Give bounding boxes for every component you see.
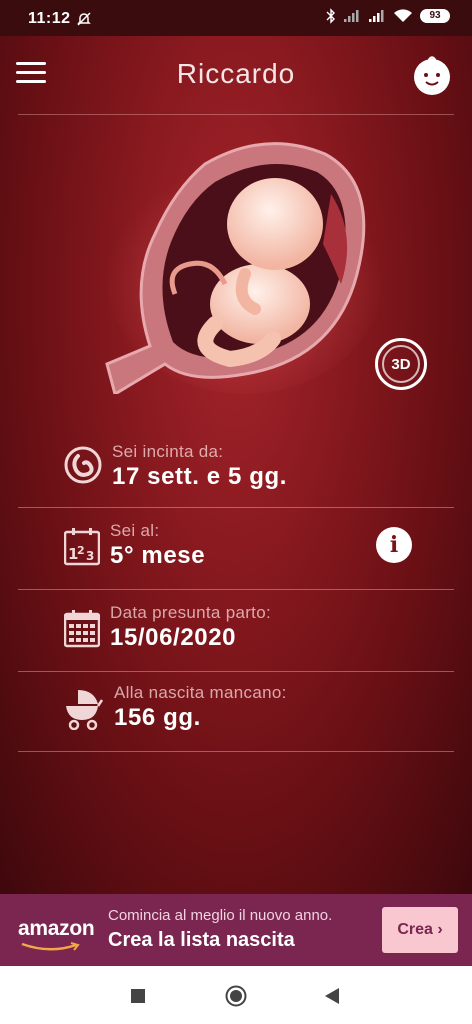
app-screen: Riccardo 3D Sei incinta da: 17 sett. e 5… — [0, 36, 472, 894]
mute-icon — [76, 11, 92, 32]
row-divider — [18, 751, 454, 752]
amazon-smile-icon — [20, 939, 82, 957]
svg-text:3: 3 — [86, 549, 94, 563]
status-bar: 11:12 93 — [0, 0, 472, 36]
view-3d-button[interactable]: 3D — [375, 338, 427, 390]
info-row-month: 1 2 3 Sei al: 5° mese i — [18, 508, 454, 590]
wifi-icon — [394, 9, 412, 22]
bluetooth-icon — [326, 8, 335, 24]
info-label: Alla nascita mancano: — [114, 683, 287, 702]
info-row-countdown: Alla nascita mancano: 156 gg. — [18, 670, 454, 752]
info-label: Sei al: — [110, 521, 160, 540]
svg-text:2: 2 — [77, 544, 85, 557]
pregnancy-icon — [64, 446, 102, 489]
ad-cta-button[interactable]: Crea › — [382, 907, 458, 953]
signal-icon-2 — [369, 10, 384, 22]
recents-icon[interactable] — [131, 989, 145, 1008]
system-nav-bar — [0, 966, 472, 1024]
home-icon[interactable] — [225, 985, 247, 1012]
info-value: 5° mese — [110, 542, 206, 569]
info-label: Sei incinta da: — [112, 442, 224, 461]
header-divider — [18, 114, 454, 115]
ad-text-line2: Crea la lista nascita — [108, 929, 295, 951]
info-value: 156 gg. — [114, 704, 201, 731]
info-value: 17 sett. e 5 gg. — [112, 463, 287, 490]
signal-icon-1 — [344, 10, 359, 22]
ad-banner[interactable]: amazon Comincia al meglio il nuovo anno.… — [0, 894, 472, 966]
numbers-123-icon: 1 2 3 — [63, 528, 101, 571]
calendar-icon — [63, 610, 101, 653]
baby-face-icon[interactable] — [410, 53, 454, 97]
ad-text-line1: Comincia al meglio il nuovo anno. — [108, 907, 333, 924]
stroller-icon — [64, 688, 104, 735]
info-label: Data presunta parto: — [110, 603, 271, 622]
back-icon[interactable] — [324, 987, 340, 1010]
info-value: 15/06/2020 — [110, 624, 237, 651]
view-3d-label: 3D — [382, 345, 420, 383]
page-title: Riccardo — [176, 58, 296, 89]
info-row-pregnancy: Sei incinta da: 17 sett. e 5 gg. — [18, 426, 454, 508]
battery-indicator: 93 — [420, 9, 450, 23]
app-header: Riccardo — [0, 36, 472, 114]
amazon-logo: amazon — [18, 917, 95, 940]
info-row-due-date: Data presunta parto: 15/06/2020 — [18, 590, 454, 672]
status-icons: 93 — [326, 8, 450, 24]
fetus-illustration — [95, 124, 385, 397]
info-button[interactable]: i — [376, 527, 412, 563]
status-time: 11:12 — [28, 10, 71, 27]
